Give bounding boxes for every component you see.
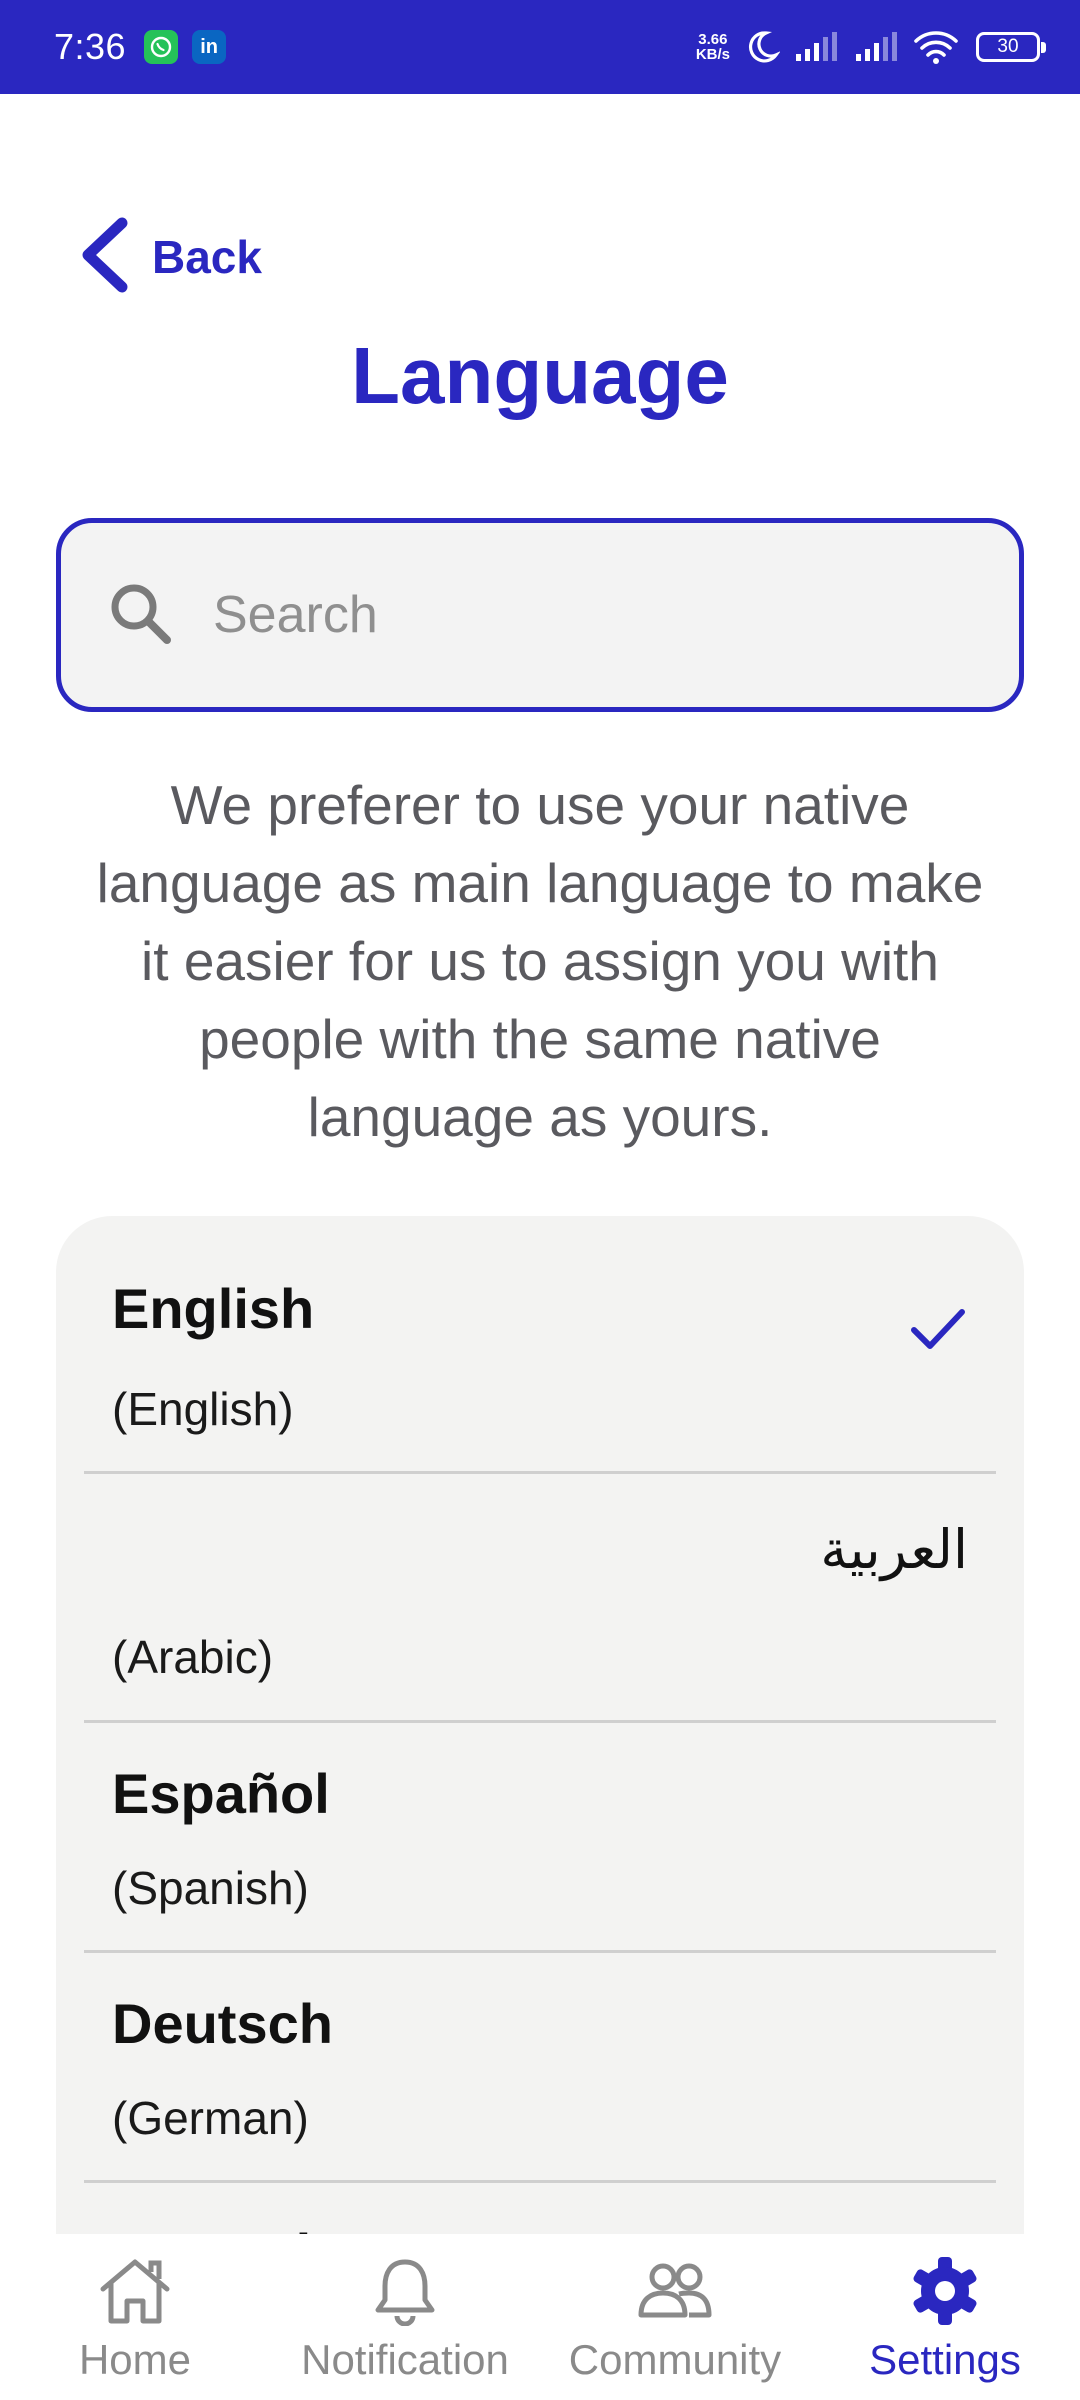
network-speed-value: 3.66 bbox=[698, 31, 728, 48]
language-native-name: العربية bbox=[820, 1518, 968, 1581]
status-indicators: 3.66 KB/s 30 bbox=[696, 29, 1046, 65]
language-option-spanish[interactable]: Español (Spanish) bbox=[84, 1723, 996, 1953]
language-native-name: Deutsch bbox=[112, 1992, 333, 2055]
language-settings-screen: 7:36 in 3.66 KB/s 30 Back Language Searc… bbox=[0, 0, 1080, 2400]
people-icon bbox=[635, 2256, 715, 2326]
linkedin-icon: in bbox=[192, 30, 227, 64]
nav-item-home[interactable]: Home bbox=[0, 2234, 270, 2400]
nav-label: Home bbox=[78, 2336, 192, 2383]
search-input[interactable] bbox=[213, 585, 973, 645]
wifi-icon bbox=[914, 30, 958, 64]
language-english-name: (English) bbox=[112, 1383, 294, 1435]
status-time: 7:36 bbox=[54, 26, 127, 67]
battery-icon: 30 bbox=[976, 32, 1046, 62]
chevron-left-icon bbox=[78, 217, 130, 298]
language-native-name: English bbox=[112, 1277, 315, 1340]
nav-label: Notification bbox=[301, 2336, 509, 2383]
status-bar: 7:36 in 3.66 KB/s 30 bbox=[0, 0, 1080, 94]
nav-item-notification[interactable]: Notification bbox=[270, 2234, 540, 2400]
page-title: Language bbox=[351, 331, 729, 420]
network-speed: 3.66 KB/s bbox=[696, 32, 730, 62]
bottom-navigation: Home Notification Community Settings bbox=[0, 2234, 1080, 2400]
search-box[interactable] bbox=[56, 518, 1024, 712]
back-label: Back bbox=[152, 231, 262, 283]
whatsapp-icon bbox=[144, 30, 179, 64]
nav-label: Community bbox=[568, 2336, 782, 2383]
moon-icon bbox=[744, 29, 780, 65]
nav-item-settings[interactable]: Settings bbox=[810, 2234, 1080, 2400]
search-icon bbox=[107, 580, 173, 651]
language-description: We preferer to use your native language … bbox=[96, 774, 984, 1148]
language-english-name: (Arabic) bbox=[112, 1631, 274, 1683]
network-speed-unit: KB/s bbox=[695, 46, 730, 63]
back-button[interactable]: Back bbox=[78, 214, 262, 300]
bell-icon bbox=[372, 2256, 438, 2326]
language-native-name: Español bbox=[112, 1762, 330, 1825]
signal-icon bbox=[794, 32, 840, 62]
language-option-arabic[interactable]: العربية (Arabic) bbox=[84, 1474, 996, 1723]
nav-label: Settings bbox=[869, 2336, 1021, 2383]
language-english-name: (Spanish) bbox=[112, 1862, 309, 1914]
language-option-german[interactable]: Deutsch (German) bbox=[84, 1953, 996, 2183]
check-icon bbox=[910, 1306, 966, 1359]
nav-item-community[interactable]: Community bbox=[540, 2234, 810, 2400]
home-icon bbox=[97, 2256, 173, 2326]
language-option-english[interactable]: English (English) bbox=[84, 1216, 996, 1474]
signal-icon bbox=[854, 32, 900, 62]
gear-icon bbox=[909, 2256, 981, 2326]
language-list: English (English) العربية (Arabic) Españ… bbox=[56, 1216, 1024, 2400]
language-english-name: (German) bbox=[112, 2092, 309, 2144]
